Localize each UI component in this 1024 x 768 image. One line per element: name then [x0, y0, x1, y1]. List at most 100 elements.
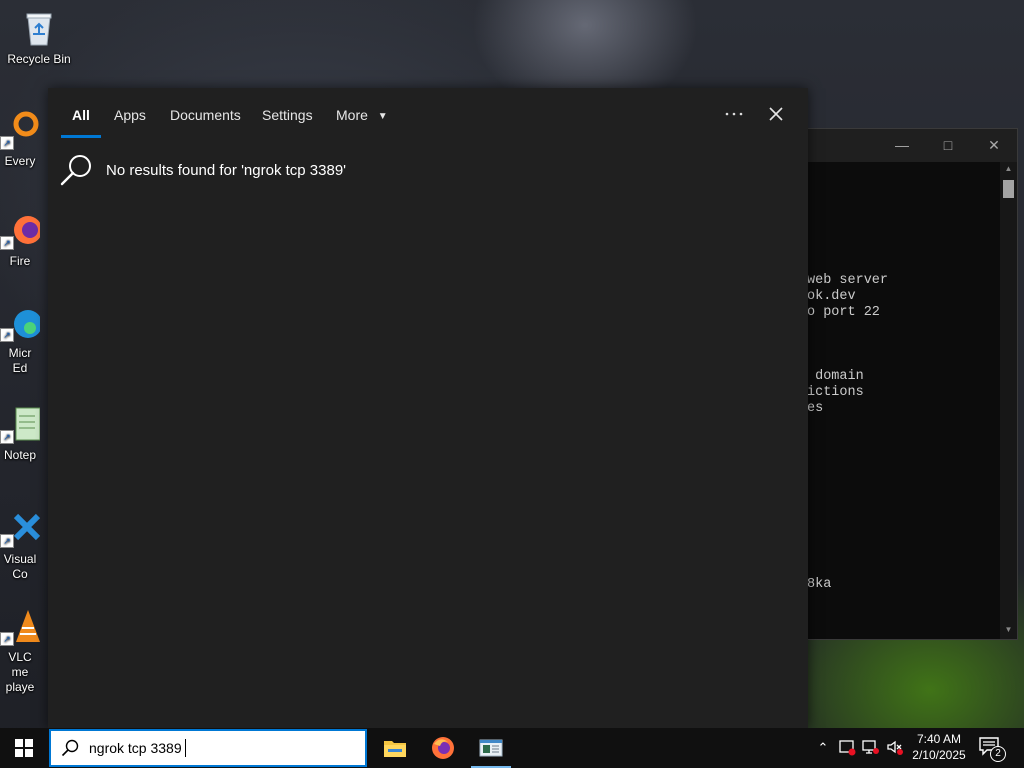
- desktop-icon-label: Visual Co: [3, 552, 37, 581]
- taskbar: ngrok tcp 3389 ⌃ 7:40 AM 2/10/2025 2: [0, 728, 1024, 768]
- terminal-titlebar[interactable]: — □ ✕: [801, 129, 1017, 162]
- scrollbar-thumb[interactable]: [1003, 180, 1014, 198]
- show-hidden-icons-chevron-icon[interactable]: ⌃: [813, 738, 833, 758]
- terminal-scrollbar[interactable]: ▲ ▼: [1000, 162, 1017, 639]
- shortcut-arrow-icon: ↗: [0, 328, 14, 342]
- tab-label: All: [72, 107, 90, 123]
- more-options-button[interactable]: [717, 100, 751, 128]
- scroll-down-icon[interactable]: ▼: [1000, 623, 1017, 637]
- desktop-icon-label: Every: [4, 154, 36, 168]
- search-input-value[interactable]: ngrok tcp 3389: [89, 740, 182, 756]
- search-icon: [61, 739, 79, 757]
- taskbar-search-box[interactable]: ngrok tcp 3389: [49, 729, 367, 767]
- desktop-icon-edge[interactable]: ↗ Micr Ed: [0, 302, 42, 376]
- clock-date: 2/10/2025: [912, 748, 966, 762]
- action-center-button[interactable]: 2: [978, 736, 1008, 762]
- desktop-icon-recycle-bin[interactable]: Recycle Bin: [0, 8, 78, 67]
- terminal-output: web server ok.dev o port 22 domain ictions e…: [807, 273, 888, 593]
- firefox-icon: ↗: [0, 210, 42, 250]
- network-icon[interactable]: [861, 738, 881, 758]
- tab-apps[interactable]: Apps: [114, 105, 146, 125]
- close-search-button[interactable]: [759, 100, 793, 128]
- tab-label: Documents: [170, 107, 241, 123]
- desktop-icon-notepad[interactable]: ↗ Notep: [0, 404, 41, 463]
- desktop-icon-label: Micr Ed: [8, 346, 32, 375]
- shortcut-arrow-icon: ↗: [0, 136, 14, 150]
- minimize-button[interactable]: —: [879, 129, 925, 162]
- maximize-button[interactable]: □: [925, 129, 971, 162]
- start-button[interactable]: [0, 728, 48, 768]
- taskbar-app-file-explorer[interactable]: [371, 728, 419, 768]
- ellipsis-icon: [725, 112, 743, 116]
- notification-count-badge: 2: [990, 746, 1006, 762]
- tab-label: Apps: [114, 107, 146, 123]
- vscode-icon: ↗: [0, 508, 41, 548]
- active-tab-indicator: [61, 135, 101, 138]
- clock-time: 7:40 AM: [916, 732, 962, 746]
- terminal-line: es: [807, 401, 824, 416]
- tab-label: Settings: [262, 107, 313, 123]
- search-icon: [60, 155, 91, 186]
- terminal-line: domain: [807, 369, 864, 384]
- scroll-up-icon[interactable]: ▲: [1000, 162, 1017, 176]
- shortcut-arrow-icon: ↗: [0, 236, 14, 250]
- desktop-icon-label: VLC me playe: [5, 650, 35, 694]
- terminal-line: ictions: [807, 385, 864, 400]
- vlc-icon: ↗: [0, 606, 40, 646]
- notepad-icon: ↗: [0, 404, 41, 444]
- terminal-line: o port 22: [807, 305, 880, 320]
- desktop-icon-vscode[interactable]: ↗ Visual Co: [0, 508, 41, 582]
- no-results-text: No results found for 'ngrok tcp 3389': [106, 161, 347, 179]
- terminal-window[interactable]: — □ ✕ web server ok.dev o port 22 domain ic…: [800, 128, 1018, 640]
- everything-icon: ↗: [0, 110, 40, 150]
- security-shield-icon[interactable]: [837, 738, 857, 758]
- close-icon: [769, 107, 783, 121]
- tab-documents[interactable]: Documents: [170, 105, 241, 125]
- search-panel: All Apps Documents Settings More ▼ No re…: [48, 88, 808, 728]
- edge-icon: ↗: [0, 302, 42, 342]
- desktop-icon-label: Notep: [3, 448, 37, 462]
- tab-settings[interactable]: Settings: [262, 105, 313, 125]
- tab-all[interactable]: All: [72, 105, 90, 125]
- firefox-icon: [432, 737, 454, 759]
- close-window-button[interactable]: ✕: [971, 129, 1017, 162]
- recycle-bin-icon: [19, 8, 59, 48]
- terminal-line: ok.dev: [807, 289, 856, 304]
- terminal-line: 8ka: [807, 577, 832, 592]
- terminal-window-icon: [479, 739, 503, 757]
- caret-down-icon: ▼: [377, 111, 388, 122]
- tab-more[interactable]: More ▼: [336, 105, 388, 125]
- folder-icon: [384, 741, 406, 757]
- no-results-message: No results found for 'ngrok tcp 3389': [60, 150, 346, 190]
- shortcut-arrow-icon: ↗: [0, 632, 14, 646]
- text-cursor: [184, 739, 186, 757]
- desktop-icon-label: Fire: [9, 254, 31, 268]
- shortcut-arrow-icon: ↗: [0, 430, 14, 444]
- volume-muted-icon[interactable]: [885, 738, 905, 758]
- desktop-icon-firefox[interactable]: ↗ Fire: [0, 210, 42, 269]
- system-clock[interactable]: 7:40 AM 2/10/2025: [906, 731, 972, 763]
- shortcut-arrow-icon: ↗: [0, 534, 14, 548]
- desktop-icon-vlc[interactable]: ↗ VLC me playe: [0, 606, 40, 695]
- desktop-icon-everything[interactable]: ↗ Every: [0, 110, 40, 169]
- taskbar-app-firefox[interactable]: [419, 728, 467, 768]
- desktop-icon-label: Recycle Bin: [7, 52, 71, 66]
- tab-label: More: [336, 107, 368, 123]
- terminal-line: web server: [807, 273, 889, 288]
- taskbar-app-terminal[interactable]: [467, 728, 515, 768]
- windows-logo-icon: [15, 739, 33, 757]
- search-tabs: All Apps Documents Settings More ▼: [48, 88, 808, 140]
